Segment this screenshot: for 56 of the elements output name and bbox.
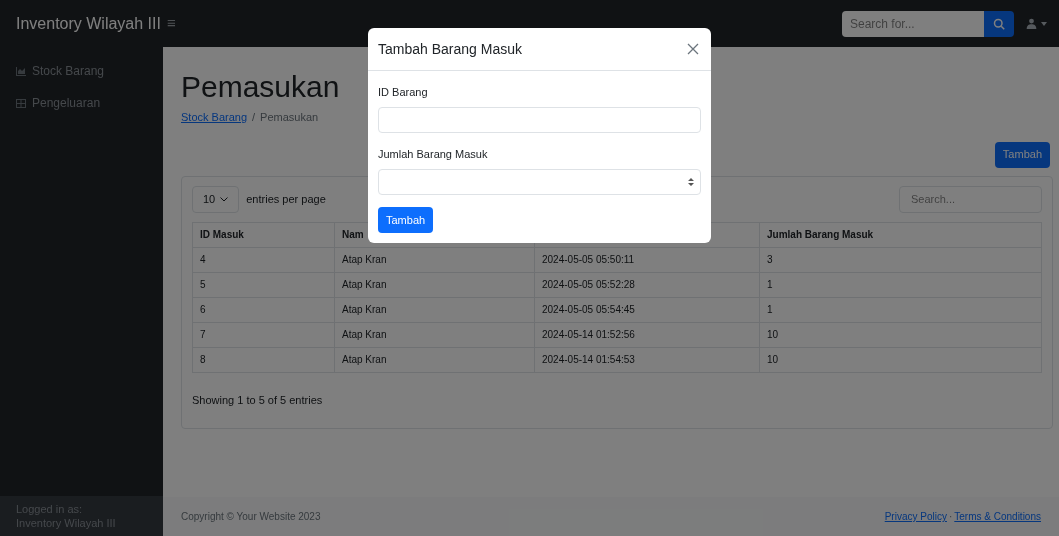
- breadcrumb-link[interactable]: Stock Barang: [181, 109, 248, 126]
- menu-toggle[interactable]: ≡: [167, 12, 176, 35]
- table-cell: Atap Kran: [342, 254, 387, 265]
- caret-icon: [1041, 21, 1047, 26]
- column-header: Nam: [342, 229, 364, 240]
- search-field[interactable]: Search for...: [842, 10, 984, 37]
- table-icon: [16, 98, 26, 108]
- user-menu-button[interactable]: [1026, 18, 1047, 29]
- user-icon: [1026, 18, 1037, 29]
- copyright-text: Copyright © Your Website 2023: [181, 510, 321, 524]
- table-info: Showing 1 to 5 of 5 entries: [192, 392, 324, 408]
- table-cell: Atap Kran: [342, 304, 387, 315]
- column-header: ID Masuk: [200, 229, 244, 240]
- spinner-icon: [688, 177, 694, 187]
- breadcrumb-current: Pemasukan: [260, 110, 319, 125]
- table-cell: 1: [767, 279, 773, 290]
- table-search-field[interactable]: Search...: [899, 185, 1042, 213]
- close-button[interactable]: [687, 42, 701, 56]
- page-title: Pemasukan: [181, 69, 340, 105]
- table-cell: 6: [200, 304, 206, 315]
- table-cell: 2024-05-05 05:50:11: [542, 254, 635, 265]
- table-cell: 10: [767, 354, 779, 365]
- chevron-down-icon: [220, 196, 229, 202]
- footer-link[interactable]: Terms & Conditions: [954, 509, 1041, 524]
- add-button[interactable]: Tambah: [994, 141, 1050, 168]
- input-field[interactable]: [378, 107, 701, 133]
- table-cell: 5: [200, 279, 206, 290]
- per-page-select[interactable]: 10: [192, 185, 240, 213]
- modal-title: Tambah Barang Masuk: [378, 39, 523, 59]
- table-cell: Atap Kran: [342, 279, 387, 290]
- field-label: ID Barang: [378, 86, 428, 99]
- field-label: Jumlah Barang Masuk: [378, 148, 488, 161]
- table-cell: 4: [200, 254, 206, 265]
- table-cell: 8: [200, 354, 206, 365]
- chart-icon: [16, 66, 26, 76]
- table-cell: 7: [200, 329, 206, 340]
- footer-link[interactable]: Privacy Policy: [884, 509, 947, 524]
- per-page-label: entries per page: [246, 191, 326, 207]
- breadcrumb-separator: /: [252, 110, 256, 125]
- table-cell: 2024-05-05 05:54:45: [542, 304, 635, 315]
- table-cell: 10: [767, 329, 779, 340]
- search-button[interactable]: [984, 10, 1014, 37]
- search-icon: [993, 17, 1005, 30]
- table-cell: 2024-05-14 01:52:56: [542, 329, 635, 340]
- table-cell: Atap Kran: [342, 329, 387, 340]
- table-cell: 2024-05-14 01:54:53: [542, 354, 635, 365]
- column-header: Jumlah Barang Masuk: [767, 229, 874, 240]
- brand-link[interactable]: Inventory Wilayah III: [0, 11, 163, 36]
- table-cell: Atap Kran: [342, 354, 387, 365]
- number-field[interactable]: [378, 169, 701, 195]
- table-cell: 2024-05-05 05:52:28: [542, 279, 635, 290]
- table-cell: 1: [767, 304, 773, 315]
- table-cell: 3: [767, 254, 773, 265]
- link-separator: ·: [948, 510, 953, 524]
- submit-button[interactable]: Tambah: [378, 207, 434, 234]
- close-icon: [687, 43, 699, 55]
